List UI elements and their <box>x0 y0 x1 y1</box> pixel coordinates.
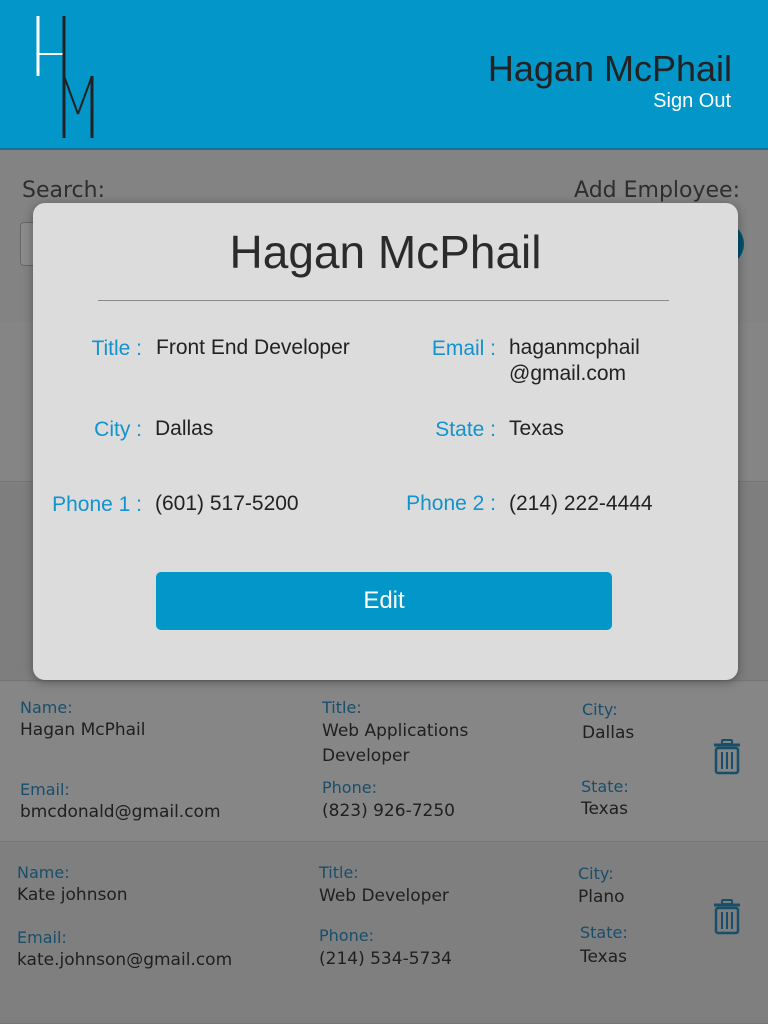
phone2-value: (214) 222-4444 <box>509 492 653 515</box>
modal-divider <box>98 300 669 301</box>
city-value: Dallas <box>155 417 214 440</box>
title-value: Front End Developer <box>156 336 350 359</box>
email-label: Email : <box>431 337 496 360</box>
phone2-label: Phone 2 : <box>406 492 496 515</box>
state-label: State : <box>435 418 496 441</box>
city-label: City : <box>94 418 142 441</box>
hm-logo <box>36 16 94 138</box>
edit-button[interactable]: Edit <box>156 572 612 630</box>
state-value: Texas <box>509 417 564 440</box>
title-label: Title : <box>91 337 142 360</box>
email-value: haganmcphail @gmail.com <box>509 336 640 385</box>
phone1-value: (601) 517-5200 <box>155 492 299 515</box>
employee-detail-modal: Hagan McPhail Title : Front End Develope… <box>33 203 738 680</box>
signed-in-user-name: Hagan McPhail <box>487 48 732 89</box>
sign-out-link[interactable]: Sign Out <box>653 90 731 113</box>
app-header: Hagan McPhail Sign Out <box>0 0 768 150</box>
phone1-label: Phone 1 : <box>52 493 142 516</box>
modal-employee-name: Hagan McPhail <box>229 226 542 278</box>
